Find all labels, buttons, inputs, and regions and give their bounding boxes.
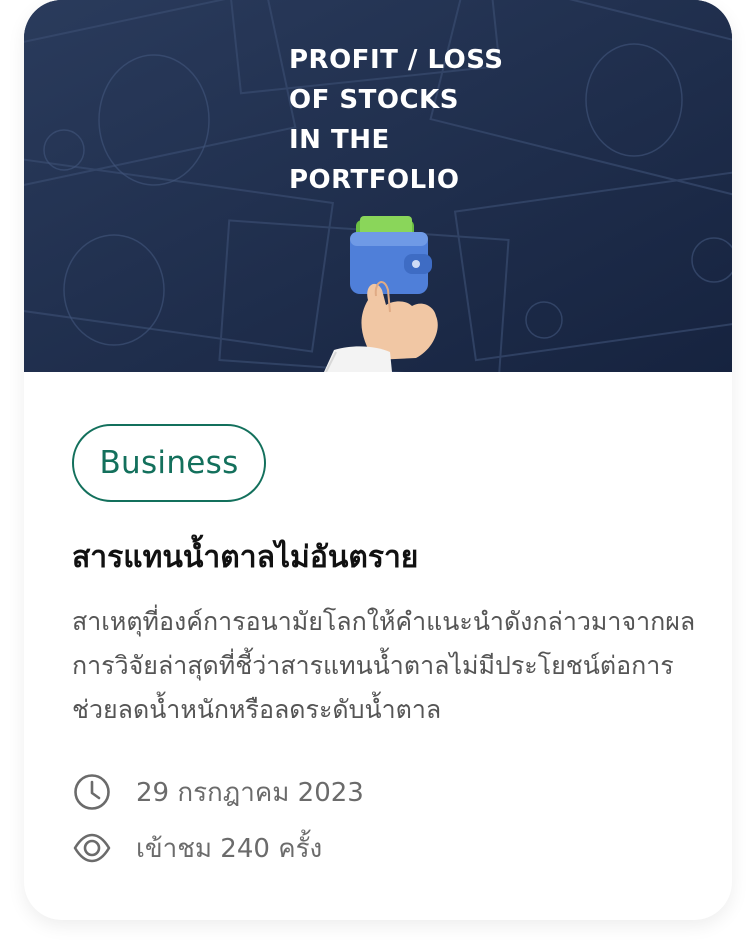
article-title[interactable]: สารแทนน้ำตาลไม่อันตราย xyxy=(72,536,712,580)
clock-icon xyxy=(74,774,110,810)
article-description: สาเหตุที่องค์การอนามัยโลกให้คำแนะนำดังกล… xyxy=(72,607,696,724)
article-card[interactable]: PROFIT / LOSS OF STOCKS IN THE PORTFOLIO… xyxy=(24,0,732,920)
hero-title: PROFIT / LOSS OF STOCKS IN THE PORTFOLIO xyxy=(289,45,504,195)
views-row: เข้าชม 240 ครั้ง xyxy=(72,826,322,870)
category-tag[interactable]: Business xyxy=(72,424,266,502)
view-count: เข้าชม 240 ครั้ง xyxy=(136,833,323,864)
date-row: 29 กรกฎาคม 2023 xyxy=(72,770,364,814)
publish-date: 29 กรกฎาคม 2023 xyxy=(136,777,364,808)
hero-image: PROFIT / LOSS OF STOCKS IN THE PORTFOLIO xyxy=(24,0,732,372)
eye-icon xyxy=(73,833,111,863)
